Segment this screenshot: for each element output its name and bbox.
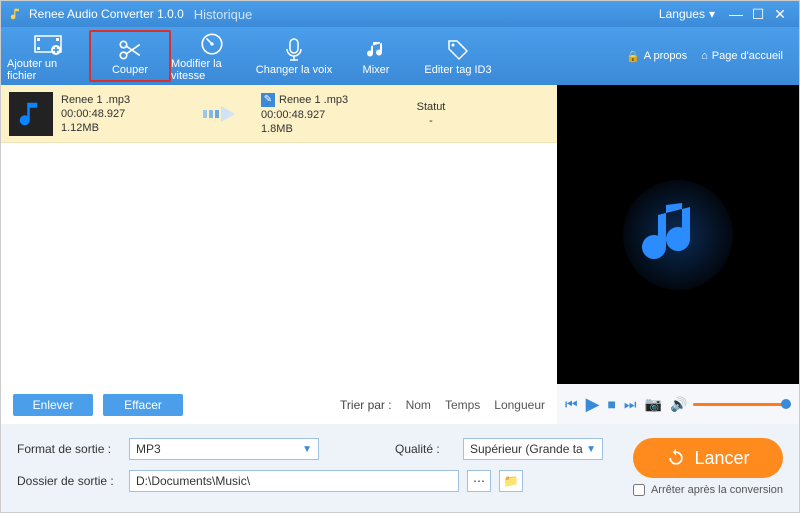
titlebar: Renee Audio Converter 1.0.0 Historique L… — [1, 1, 799, 27]
arrow-icon — [201, 104, 261, 124]
format-value: MP3 — [136, 442, 161, 456]
microphone-icon — [284, 36, 304, 64]
maximize-button[interactable]: ☐ — [747, 6, 769, 23]
stop-button[interactable]: ■ — [607, 396, 615, 412]
preview-panel — [557, 85, 799, 384]
filmstrip-icon — [34, 30, 62, 58]
clear-button[interactable]: Effacer — [103, 394, 183, 416]
stop-after-checkbox[interactable] — [633, 484, 645, 496]
status-value: - — [429, 115, 433, 127]
speed-label: Modifier la vitesse — [171, 58, 253, 82]
app-logo-icon — [9, 7, 23, 21]
file-list: Renee 1 .mp3 00:00:48.927 1.12MB ✎ Renee… — [1, 85, 557, 386]
languages-label: Langues — [659, 7, 705, 21]
footer-panel: Format de sortie : MP3 ▼ Qualité : Supér… — [1, 424, 799, 512]
dst-size: 1.8MB — [261, 123, 401, 135]
close-button[interactable]: ✕ — [769, 6, 791, 23]
prev-button[interactable]: ⏮ — [565, 396, 578, 413]
cut-label: Couper — [112, 64, 148, 76]
next-button[interactable]: ⏭ — [624, 396, 637, 413]
mix-label: Mixer — [363, 64, 390, 76]
about-link[interactable]: 🔒 A propos — [626, 50, 687, 63]
browse-button[interactable]: ⋯ — [467, 470, 491, 492]
sort-length[interactable]: Longueur — [494, 398, 545, 412]
toolbar: Ajouter un fichier Couper Modifier la vi… — [1, 27, 799, 85]
file-thumbnail — [9, 92, 53, 136]
launch-button[interactable]: Lancer — [633, 438, 783, 478]
chevron-down-icon: ▼ — [586, 444, 596, 455]
quality-label: Qualité : — [395, 442, 455, 456]
history-link[interactable]: Historique — [194, 7, 253, 22]
sort-time[interactable]: Temps — [445, 398, 480, 412]
gauge-icon — [199, 30, 225, 58]
list-actions: Enlever Effacer Trier par : Nom Temps Lo… — [1, 386, 557, 424]
format-select[interactable]: MP3 ▼ — [129, 438, 319, 460]
minimize-button[interactable]: — — [725, 6, 747, 22]
launch-label: Lancer — [694, 448, 749, 469]
id3-label: Editer tag ID3 — [424, 64, 491, 76]
volume-slider[interactable] — [693, 403, 791, 406]
sort-name[interactable]: Nom — [406, 398, 431, 412]
refresh-icon — [666, 448, 686, 468]
remove-button[interactable]: Enlever — [13, 394, 93, 416]
folder-label: Dossier de sortie : — [17, 474, 121, 488]
play-button[interactable]: ▶ — [586, 394, 600, 415]
dst-filename: Renee 1 .mp3 — [279, 94, 348, 106]
speed-button[interactable]: Modifier la vitesse — [171, 30, 253, 82]
app-title: Renee Audio Converter 1.0.0 — [29, 7, 184, 21]
stop-after-label: Arrêter après la conversion — [651, 484, 783, 496]
format-label: Format de sortie : — [17, 442, 121, 456]
add-file-button[interactable]: Ajouter un fichier — [7, 30, 89, 82]
quality-select[interactable]: Supérieur (Grande ta ▼ — [463, 438, 603, 460]
quality-value: Supérieur (Grande ta — [470, 442, 583, 456]
folder-value: D:\Documents\Music\ — [136, 474, 250, 488]
src-duration: 00:00:48.927 — [61, 108, 201, 120]
voice-label: Changer la voix — [256, 64, 332, 76]
mix-button[interactable]: Mixer — [335, 30, 417, 82]
music-preview-icon — [618, 175, 738, 295]
voice-button[interactable]: Changer la voix — [253, 30, 335, 82]
sort-label: Trier par : — [340, 398, 392, 412]
lock-icon: 🔒 — [626, 50, 640, 63]
scissors-icon — [117, 36, 143, 64]
folder-input[interactable]: D:\Documents\Music\ — [129, 470, 459, 492]
home-label: Page d'accueil — [712, 50, 783, 62]
about-label: A propos — [644, 50, 687, 62]
player-controls: ⏮ ▶ ■ ⏭ 📷 🔊 — [557, 384, 799, 424]
home-icon: ⌂ — [701, 50, 708, 62]
dst-duration: 00:00:48.927 — [261, 109, 401, 121]
tag-icon — [446, 36, 470, 64]
languages-dropdown[interactable]: Langues ▾ — [659, 7, 715, 21]
file-row[interactable]: Renee 1 .mp3 00:00:48.927 1.12MB ✎ Renee… — [1, 85, 557, 143]
src-size: 1.12MB — [61, 122, 201, 134]
home-link[interactable]: ⌂ Page d'accueil — [701, 50, 783, 63]
open-folder-button[interactable]: 📁 — [499, 470, 523, 492]
status-header: Statut — [417, 101, 446, 113]
music-note-icon — [364, 36, 388, 64]
volume-icon[interactable]: 🔊 — [670, 396, 687, 413]
snapshot-button[interactable]: 📷 — [645, 396, 662, 413]
chevron-down-icon: ▾ — [709, 7, 715, 21]
cut-button[interactable]: Couper — [89, 30, 171, 82]
add-file-label: Ajouter un fichier — [7, 58, 89, 82]
chevron-down-icon: ▼ — [302, 444, 312, 455]
edit-icon[interactable]: ✎ — [261, 93, 275, 107]
src-filename: Renee 1 .mp3 — [61, 94, 201, 106]
id3-button[interactable]: Editer tag ID3 — [417, 30, 499, 82]
